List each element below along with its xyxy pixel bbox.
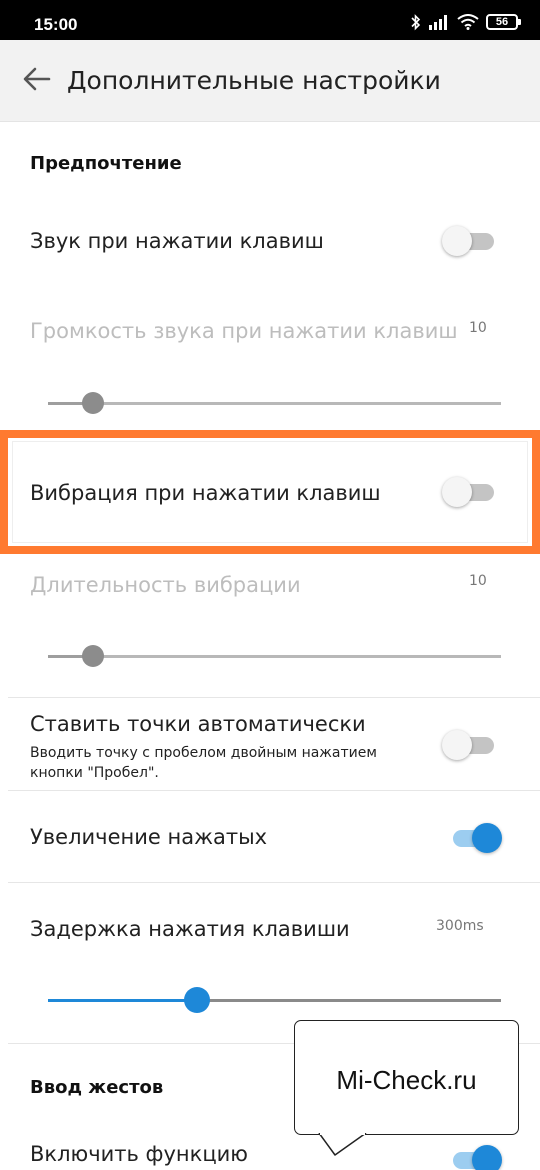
status-bar: 15:00 56 [0,0,540,40]
slider-knob[interactable] [184,987,211,1013]
slider-knob[interactable] [82,645,105,667]
signal-icon [428,14,450,30]
arrow-left-icon [23,67,51,95]
watermark-text: Mi-Check.ru [336,1065,477,1095]
vibration-duration-slider[interactable] [48,643,501,669]
gesture-enable-toggle[interactable] [445,1143,502,1170]
setting-key-delay-title: Задержка нажатия клавиши [30,917,350,941]
key-popup-toggle[interactable] [445,821,502,855]
section-header-preferences: Предпочтение [30,153,182,174]
setting-sound-volume-title: Громкость звука при нажатии клавиш [30,319,458,343]
setting-vibration-duration-title: Длительность вибрации [30,573,301,597]
slider-rail [48,655,501,658]
status-time: 15:00 [34,15,78,34]
sound-volume-slider[interactable] [48,390,501,416]
page-title: Дополнительные настройки [67,66,441,95]
slider-fill [48,999,198,1002]
divider [8,790,540,791]
sound-volume-value: 10 [469,320,487,336]
app-bar: Дополнительные настройки [0,40,540,122]
battery-icon: 56 [486,14,521,30]
setting-auto-period-summary: Вводить точку с пробелом двойным нажатие… [30,745,377,781]
toggle-thumb [442,226,472,256]
setting-key-popup-title: Увеличение нажатых [30,825,268,849]
slider-knob[interactable] [82,392,105,414]
divider [8,882,540,883]
back-button[interactable] [18,62,56,100]
key-sound-toggle[interactable] [442,224,498,258]
slider-rail [48,402,501,405]
divider [8,697,540,698]
status-icons: 56 [411,13,521,31]
wifi-icon [457,14,479,30]
key-delay-value: 300ms [436,918,484,934]
highlight-frame [0,430,540,554]
toggle-thumb [472,1145,502,1170]
key-delay-slider[interactable] [48,987,501,1013]
setting-gesture-enable-title: Включить функцию [30,1142,248,1166]
bubble-tail [318,1133,367,1156]
vibration-duration-value: 10 [469,573,487,589]
section-header-gestures: Ввод жестов [30,1077,164,1098]
setting-key-sound-title: Звук при нажатии клавиш [30,229,324,253]
toggle-thumb [442,730,472,760]
setting-auto-period-title: Ставить точки автоматически [30,712,366,736]
watermark-bubble: Mi-Check.ru [294,1020,519,1135]
bluetooth-icon [411,13,421,31]
auto-period-toggle[interactable] [442,728,498,762]
toggle-thumb [472,823,502,853]
